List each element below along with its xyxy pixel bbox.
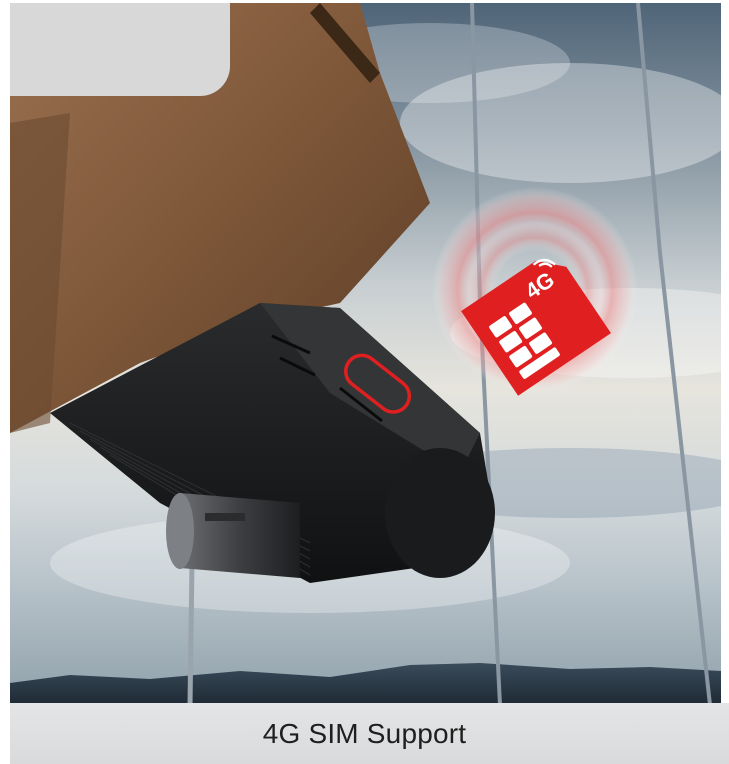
- corner-tab: [10, 3, 230, 96]
- caption-title: 4G SIM Support: [262, 717, 467, 749]
- dashcam-scene-illustration: 4G: [10, 3, 721, 705]
- product-image: 4G: [10, 3, 721, 705]
